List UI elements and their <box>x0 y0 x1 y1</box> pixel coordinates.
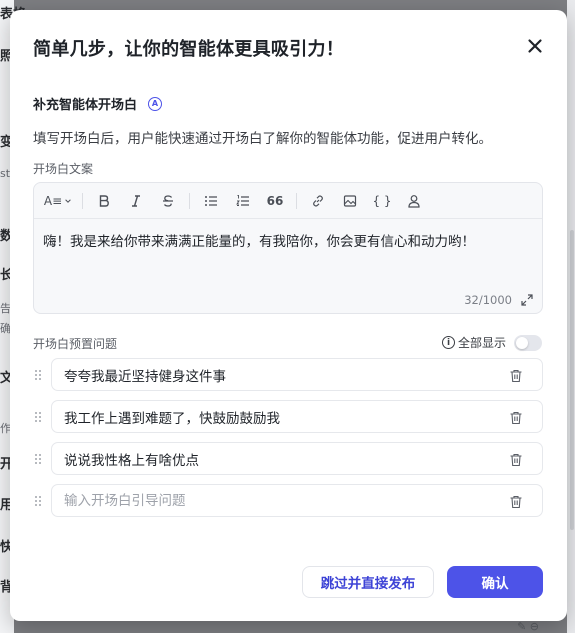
question-input[interactable] <box>64 443 494 474</box>
background-scrollbar[interactable] <box>570 230 574 530</box>
toolbar-divider <box>296 192 297 209</box>
trash-icon <box>510 369 522 383</box>
onboarding-modal: 简单几步，让你的智能体更具吸引力！ 补充智能体开场白 A 填写开场白后，用户能快… <box>10 10 567 621</box>
question-input[interactable] <box>64 485 494 516</box>
drag-handle-icon <box>35 412 41 422</box>
question-field <box>51 442 543 475</box>
font-size-dropdown[interactable]: A≡ <box>42 189 74 213</box>
delete-question-button[interactable] <box>509 494 523 509</box>
image-icon <box>343 194 357 207</box>
opening-text-label: 开场白文案 <box>33 162 94 176</box>
editor-toolbar: A≡ 66 {} <box>34 183 542 219</box>
bold-icon <box>99 194 109 207</box>
ai-generate-icon[interactable]: A <box>148 96 163 111</box>
ordered-list-icon <box>236 194 249 206</box>
editor-content[interactable]: 嗨！我是来给你带来满满正能量的，有我陪你，你会更有信心和动力哟！ <box>43 230 475 250</box>
trash-icon <box>510 495 522 509</box>
bullet-list-button[interactable] <box>198 189 224 213</box>
delete-question-button[interactable] <box>509 368 523 383</box>
question-field <box>51 400 543 433</box>
opening-text-editor[interactable]: A≡ 66 {} 嗨！我是来给你带来满满正能量的，有我陪你，你会更有信心和动力… <box>33 182 543 314</box>
close-icon[interactable] <box>525 36 545 56</box>
skip-and-publish-button[interactable]: 跳过并直接发布 <box>302 566 434 598</box>
question-input[interactable] <box>64 401 494 432</box>
section-title-text: 补充智能体开场白 <box>33 98 138 113</box>
toolbar-divider <box>82 192 83 209</box>
trash-icon <box>510 453 522 467</box>
question-field <box>51 358 543 391</box>
preset-question-row <box>33 484 543 517</box>
ordered-list-button[interactable] <box>230 189 256 213</box>
bullet-list-icon <box>205 195 217 206</box>
drag-handle[interactable] <box>33 493 43 507</box>
italic-icon <box>132 194 140 207</box>
drag-handle[interactable] <box>33 367 43 381</box>
strikethrough-button[interactable] <box>155 189 181 213</box>
link-icon <box>313 194 323 207</box>
section-title: 补充智能体开场白 A <box>33 94 163 113</box>
user-mention-button[interactable] <box>401 189 427 213</box>
braces-icon: { } <box>372 193 392 208</box>
preset-question-row <box>33 358 543 391</box>
preset-questions-label: 开场白预置问题 <box>33 337 118 351</box>
bold-button[interactable] <box>91 189 117 213</box>
show-all-toggle[interactable] <box>514 334 542 351</box>
question-input[interactable] <box>64 359 494 390</box>
section-description: 填写开场白后，用户能快速通过开场白了解你的智能体功能，促进用户转化。 <box>33 131 492 147</box>
drag-handle-icon <box>35 370 41 380</box>
link-button[interactable] <box>305 189 331 213</box>
show-all-control: i 全部显示 <box>441 334 542 351</box>
drag-handle-icon <box>35 454 41 464</box>
character-counter: 32/1000 <box>464 293 512 307</box>
chevron-down-icon <box>65 198 71 203</box>
modal-title: 简单几步，让你的智能体更具吸引力！ <box>33 39 345 60</box>
user-icon <box>408 194 420 208</box>
preset-question-row <box>33 400 543 433</box>
quote-icon: 66 <box>266 193 284 208</box>
drag-handle[interactable] <box>33 409 43 423</box>
background-edit-icon: ✎ ⊖ <box>517 620 539 633</box>
trash-icon <box>510 411 522 425</box>
toolbar-divider <box>189 192 190 209</box>
font-size-icon: A≡ <box>43 193 63 208</box>
expand-icon[interactable] <box>521 294 533 306</box>
drag-handle[interactable] <box>33 451 43 465</box>
show-all-label: 全部显示 <box>457 336 506 350</box>
italic-button[interactable] <box>123 189 149 213</box>
info-icon: i <box>441 336 455 349</box>
close-button[interactable] <box>525 36 545 56</box>
delete-question-button[interactable] <box>509 410 523 425</box>
image-button[interactable] <box>337 189 363 213</box>
confirm-button[interactable]: 确认 <box>447 566 543 598</box>
quote-button[interactable]: 66 <box>262 189 288 213</box>
variable-button[interactable]: { } <box>369 189 395 213</box>
strikethrough-icon <box>163 194 173 207</box>
delete-question-button[interactable] <box>509 452 523 467</box>
drag-handle-icon <box>35 496 41 506</box>
question-field <box>51 484 543 517</box>
preset-question-row <box>33 442 543 475</box>
